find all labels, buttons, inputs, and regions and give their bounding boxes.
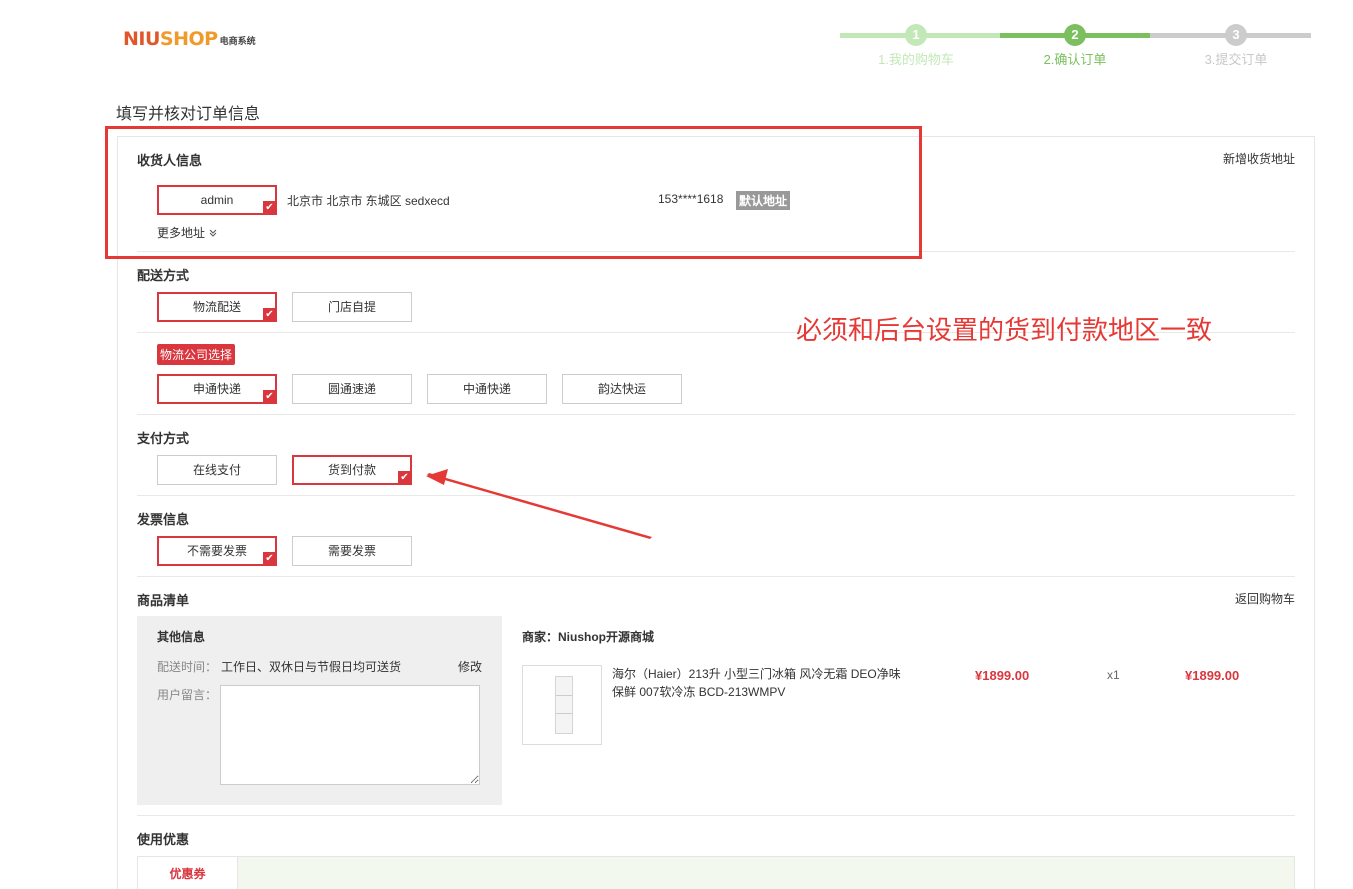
product-image[interactable] (522, 665, 602, 745)
goods-title: 商品清单 (137, 593, 190, 608)
check-icon: ✔ (263, 552, 276, 565)
logistics-company-tag: 物流公司选择 (157, 344, 236, 365)
invoice-none-button[interactable]: 不需要发票 ✔ (157, 536, 277, 566)
tab-coupon[interactable]: 优惠券 (137, 856, 238, 889)
arrow-annotation-icon (426, 469, 652, 539)
message-textarea[interactable] (220, 685, 480, 785)
message-label: 用户留言： (157, 688, 218, 702)
payment-cod-button[interactable]: 货到付款 ✔ (292, 455, 412, 485)
site-logo[interactable]: NIUSHOP 电商系统 (123, 28, 256, 50)
option-label: 需要发票 (327, 544, 376, 558)
company-yto-button[interactable]: 圆通速递 (292, 374, 412, 404)
check-icon: ✔ (263, 308, 276, 321)
product-name-link[interactable]: 海尔（Haier）213升 小型三门冰箱 风冷无霜 DEO净味保鲜 007软冷冻… (612, 665, 912, 701)
step-1-label: 1.我的购物车 (878, 52, 954, 67)
option-label: 中通快递 (462, 382, 511, 396)
payment-online-button[interactable]: 在线支付 (157, 455, 277, 485)
divider (137, 815, 1295, 816)
coupon-bar (137, 856, 1295, 889)
check-icon: ✔ (398, 471, 411, 484)
delivery-pickup-button[interactable]: 门店自提 (292, 292, 412, 322)
invoice-title: 发票信息 (137, 512, 190, 527)
divider (137, 495, 1295, 496)
unit-price: ¥1899.00 (975, 668, 1030, 683)
divider (137, 414, 1295, 415)
logo-text: NIUSHOP (123, 28, 218, 50)
back-to-cart-link[interactable]: 返回购物车 (1235, 590, 1295, 607)
invoice-need-button[interactable]: 需要发票 (292, 536, 412, 566)
option-label: 物流配送 (192, 300, 241, 314)
add-address-link[interactable]: 新增收货地址 (1223, 150, 1295, 167)
step-2-circle: 2 (1064, 24, 1086, 46)
option-label: 韵达快运 (597, 382, 646, 396)
checkout-steps: 1 2 3 1.我的购物车 2.确认订单 3.提交订单 (840, 22, 1311, 72)
step-3-label: 3.提交订单 (1204, 52, 1268, 67)
delivery-logistics-button[interactable]: 物流配送 ✔ (157, 292, 277, 322)
divider (137, 576, 1295, 577)
company-sto-button[interactable]: 申通快递 ✔ (157, 374, 277, 404)
delivery-time-label: 配送时间： (157, 660, 218, 674)
quantity: x1 (1107, 668, 1120, 682)
payment-title: 支付方式 (137, 431, 190, 446)
option-label: 圆通速递 (327, 382, 376, 396)
merchant-name: 商家：Niushop开源商城 (522, 630, 654, 644)
step-2-label: 2.确认订单 (1043, 52, 1107, 67)
step-1-circle: 1 (905, 24, 927, 46)
page-title: 填写并核对订单信息 (116, 106, 261, 123)
logo-subtitle: 电商系统 (219, 36, 256, 46)
option-label: 申通快递 (192, 382, 241, 396)
step-3-circle: 3 (1225, 24, 1247, 46)
edit-delivery-time-link[interactable]: 修改 (458, 658, 482, 675)
highlight-box (105, 126, 922, 259)
company-yunda-button[interactable]: 韵达快运 (562, 374, 682, 404)
option-label: 不需要发票 (186, 544, 247, 558)
option-label: 在线支付 (192, 463, 241, 477)
company-zto-button[interactable]: 中通快递 (427, 374, 547, 404)
other-info-title: 其他信息 (157, 630, 206, 644)
subtotal-price: ¥1899.00 (1185, 668, 1240, 683)
delivery-title: 配送方式 (137, 268, 190, 283)
option-label: 货到付款 (327, 463, 376, 477)
coupon-title: 使用优惠 (137, 832, 190, 847)
fridge-image (555, 676, 573, 734)
option-label: 门店自提 (327, 300, 376, 314)
delivery-time-value: 工作日、双休日与节假日均可送货 (221, 660, 402, 674)
annotation-text: 必须和后台设置的货到付款地区一致 (796, 316, 1213, 346)
check-icon: ✔ (263, 390, 276, 403)
